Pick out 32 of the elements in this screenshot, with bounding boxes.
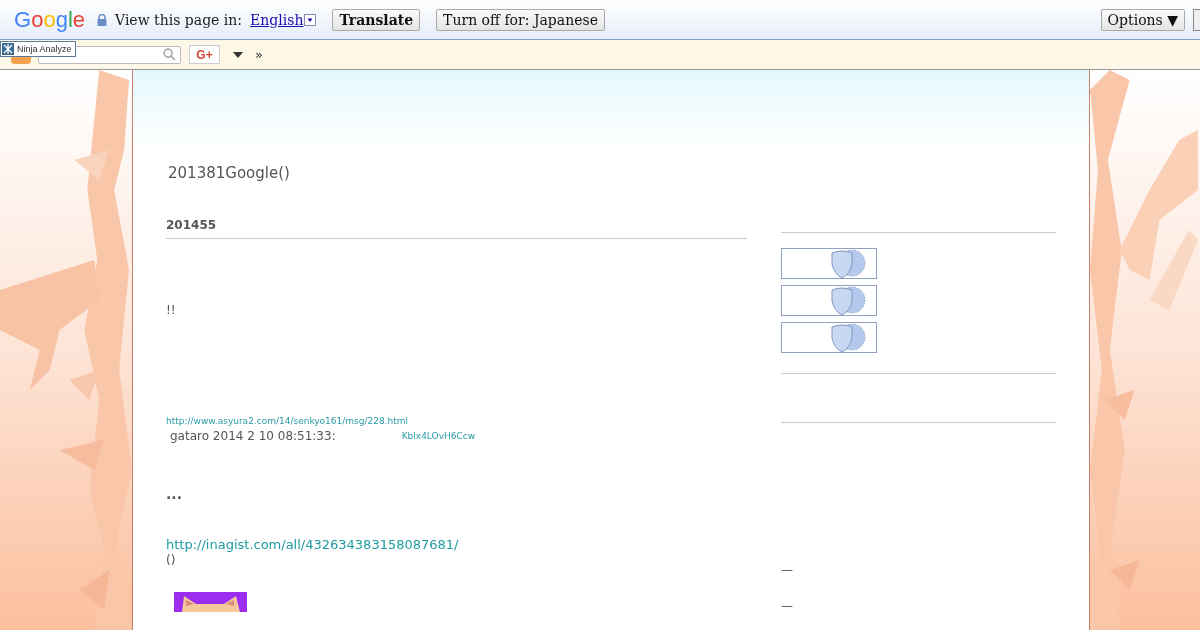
post-meta: gataro 2014 2 10 08:51:33: bbox=[170, 429, 336, 443]
google-logo: Google bbox=[14, 6, 85, 33]
post-date: 201455 bbox=[166, 218, 747, 239]
google-plus-button[interactable]: G+ bbox=[189, 45, 220, 64]
caret-icon[interactable] bbox=[233, 51, 243, 58]
shield-icon bbox=[828, 249, 868, 279]
badge-banner[interactable] bbox=[781, 285, 877, 316]
lock-icon bbox=[97, 13, 107, 26]
tooltip-label: Ninja Analyze bbox=[17, 44, 72, 54]
ninja-icon bbox=[2, 43, 14, 55]
post-text: ... bbox=[166, 486, 182, 502]
prompt-text: View this page in: bbox=[115, 11, 243, 28]
more-button[interactable]: » bbox=[255, 47, 263, 62]
translate-button[interactable]: Translate bbox=[332, 8, 421, 31]
shield-icon bbox=[828, 286, 868, 316]
blog-title[interactable]: 201381Google() bbox=[168, 70, 1056, 182]
blogger-icon[interactable] bbox=[11, 57, 31, 64]
post-link[interactable]: http://inagist.com/all/432634383158087681/ bbox=[166, 537, 459, 552]
dropdown-icon[interactable] bbox=[304, 13, 317, 26]
search-icon[interactable] bbox=[163, 48, 176, 61]
ninja-analyze-tooltip[interactable]: Ninja Analyze bbox=[0, 41, 76, 57]
sidebar-text: — bbox=[781, 563, 794, 577]
cut-off-button[interactable] bbox=[1193, 8, 1200, 31]
post-text: !! bbox=[166, 303, 176, 317]
sidebar-text: — bbox=[781, 599, 794, 613]
shield-icon bbox=[828, 323, 868, 353]
language-dropdown[interactable]: English bbox=[250, 11, 317, 28]
badge-banner[interactable] bbox=[781, 248, 877, 279]
badge-banner[interactable] bbox=[781, 322, 877, 353]
options-button[interactable]: Options ▼ bbox=[1100, 8, 1185, 31]
turn-off-button[interactable]: Turn off for: Japanese bbox=[436, 8, 605, 31]
post-text: () bbox=[166, 553, 176, 567]
